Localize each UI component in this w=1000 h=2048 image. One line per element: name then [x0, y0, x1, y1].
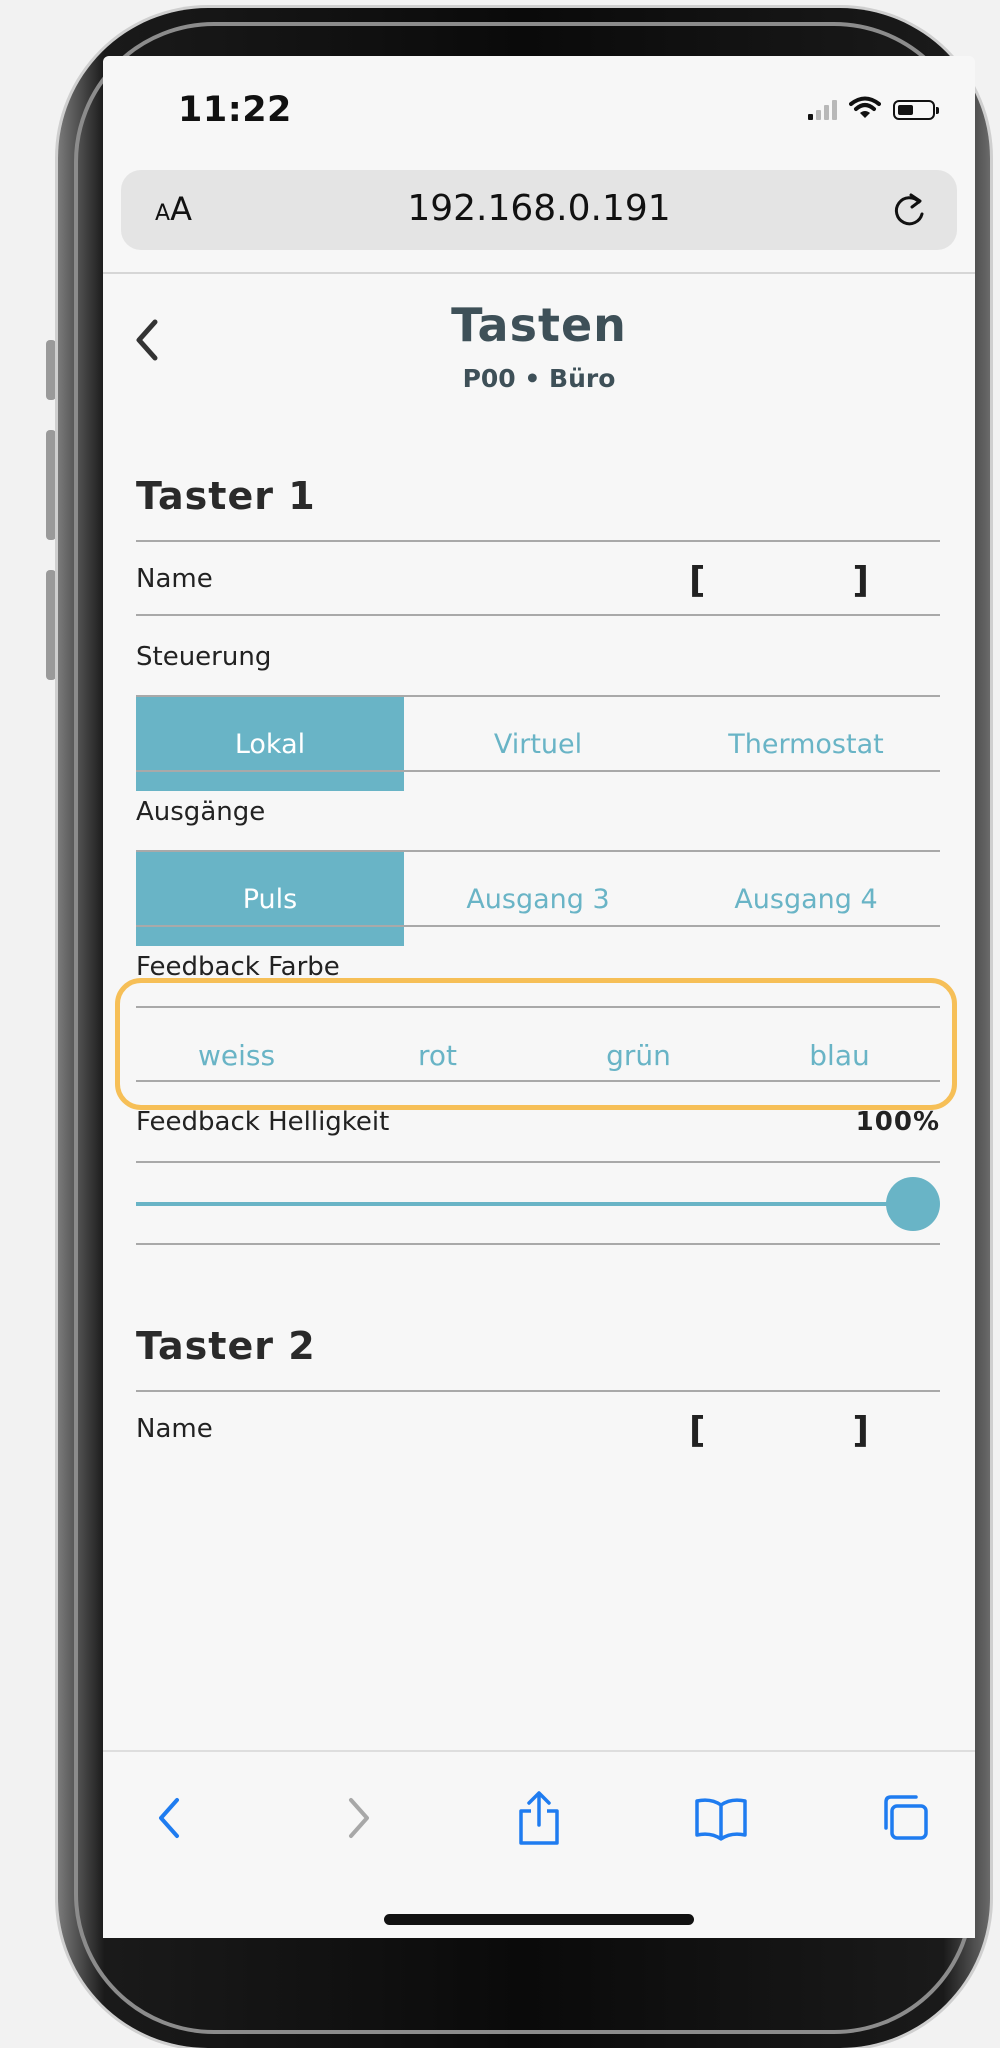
divider [136, 770, 940, 772]
share-icon [519, 1791, 559, 1845]
steuerung-label: Steuerung [136, 642, 272, 672]
address-bar-divider [103, 272, 975, 274]
tabs-icon [884, 1795, 928, 1840]
color-option-gruen[interactable]: grün [538, 1008, 739, 1102]
volume-up-button [46, 430, 56, 540]
steuerung-segmented-control: Lokal Virtuel Thermostat [136, 697, 940, 791]
divider [136, 1080, 940, 1082]
divider [136, 925, 940, 927]
color-option-rot[interactable]: rot [337, 1008, 538, 1102]
taster2-title: Taster 2 [136, 1324, 316, 1368]
feedback-helligkeit-value: 100% [855, 1107, 940, 1137]
ausgaenge-segmented-control: Puls Ausgang 3 Ausgang 4 [136, 852, 940, 946]
book-icon [695, 1798, 747, 1841]
ausgaenge-label: Ausgänge [136, 797, 266, 827]
steuerung-option-thermostat[interactable]: Thermostat [672, 697, 940, 791]
address-bar[interactable]: AA 192.168.0.191 [121, 170, 957, 250]
browser-back-button[interactable] [139, 1788, 199, 1848]
cellular-signal-icon [808, 98, 837, 120]
taster1-name-field[interactable]: [ ] [689, 560, 869, 610]
divider [136, 614, 940, 616]
page-subtitle: P00 • Büro [462, 364, 616, 393]
brightness-slider[interactable] [136, 1174, 940, 1234]
slider-thumb[interactable] [886, 1177, 940, 1231]
share-button[interactable] [509, 1788, 569, 1848]
slider-track [136, 1202, 916, 1206]
steuerung-option-virtuel[interactable]: Virtuel [404, 697, 672, 791]
bookmarks-button[interactable] [691, 1788, 751, 1848]
reload-icon[interactable] [889, 190, 929, 232]
taster2-name-field[interactable]: [ ] [689, 1410, 869, 1460]
ausgaenge-option-ausgang-3[interactable]: Ausgang 3 [404, 852, 672, 946]
divider [136, 1243, 940, 1245]
url-text[interactable]: 192.168.0.191 [121, 188, 957, 229]
feedback-helligkeit-label: Feedback Helligkeit [136, 1107, 390, 1137]
divider [136, 1161, 940, 1163]
page-title: Tasten [451, 298, 627, 352]
browser-forward-button[interactable] [329, 1788, 389, 1848]
wifi-icon [849, 96, 881, 118]
chevron-left-icon [159, 1798, 179, 1838]
tabs-button[interactable] [875, 1788, 935, 1848]
battery-icon [893, 100, 939, 120]
volume-down-button [46, 570, 56, 680]
feedback-color-options: weiss rot grün blau [136, 1008, 940, 1102]
status-time: 11:22 [178, 90, 292, 130]
color-option-blau[interactable]: blau [739, 1008, 940, 1102]
divider [136, 1390, 940, 1392]
color-option-weiss[interactable]: weiss [136, 1008, 337, 1102]
browser-toolbar [103, 1750, 975, 1938]
chevron-right-icon [349, 1798, 369, 1838]
phone-screen: 11:22 AA 192.168.0.191 Tasten P00 • Büro… [103, 56, 975, 1938]
taster1-title: Taster 1 [136, 474, 316, 518]
home-indicator [384, 1914, 694, 1925]
steuerung-option-lokal[interactable]: Lokal [136, 697, 404, 791]
ausgaenge-option-ausgang-4[interactable]: Ausgang 4 [672, 852, 940, 946]
feedback-farbe-label: Feedback Farbe [136, 952, 340, 982]
divider [136, 540, 940, 542]
mute-switch [46, 340, 56, 400]
ausgaenge-option-puls[interactable]: Puls [136, 852, 404, 946]
status-icons [808, 96, 939, 120]
